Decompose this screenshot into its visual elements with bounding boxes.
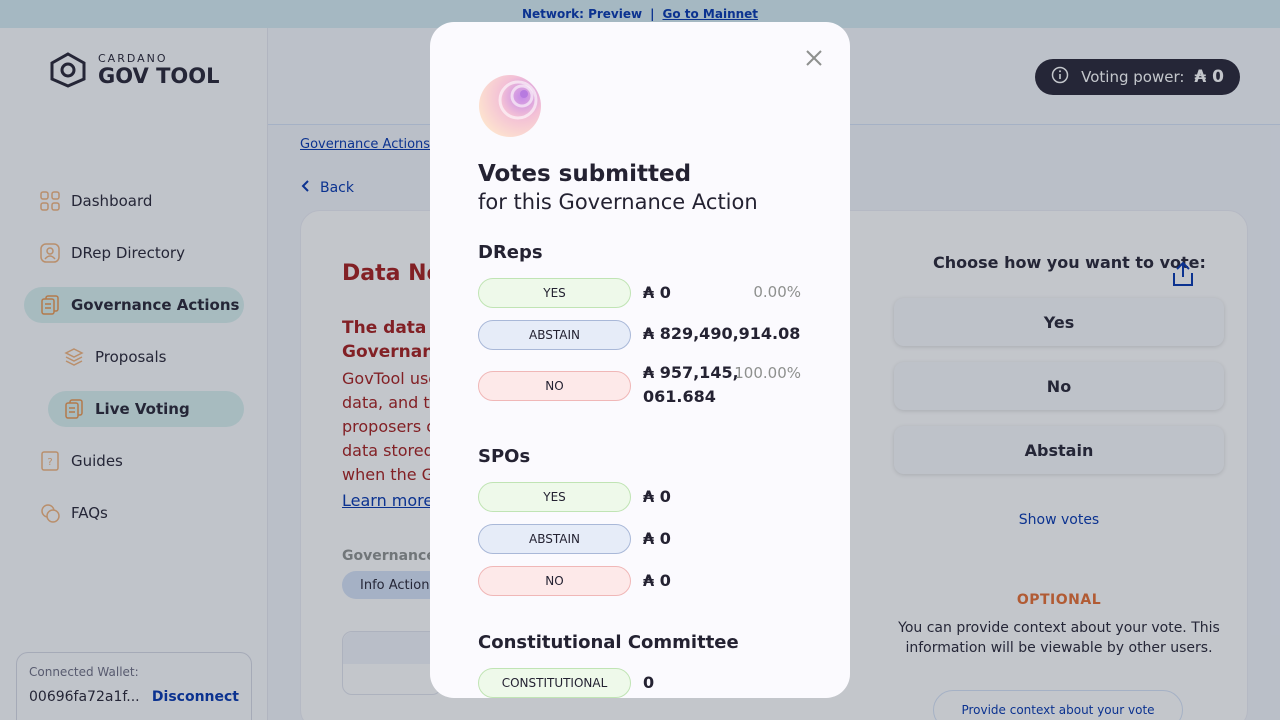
section-title-spos: SPOs: [478, 446, 531, 467]
spo-abstain-badge: ABSTAIN: [478, 524, 631, 554]
spo-yes-badge: YES: [478, 482, 631, 512]
modal-title: Votes submitted: [478, 161, 692, 187]
cc-constitutional-amount: 0: [643, 673, 655, 692]
close-icon[interactable]: [804, 48, 824, 68]
spo-yes-amount: ₳ 0: [643, 487, 671, 506]
drep-abstain-badge: ABSTAIN: [478, 320, 631, 350]
spo-abstain-amount: ₳ 0: [643, 529, 671, 548]
spo-no-badge: NO: [478, 566, 631, 596]
drep-no-badge: NO: [478, 371, 631, 401]
drep-yes-amount: ₳ 0: [643, 283, 671, 302]
spiral-illustration-icon: [479, 75, 541, 137]
cc-constitutional-badge: CONSTITUTIONAL: [478, 668, 631, 698]
modal-subtitle: for this Governance Action: [478, 190, 758, 214]
section-title-dreps: DReps: [478, 242, 543, 263]
drep-yes-badge: YES: [478, 278, 631, 308]
drep-yes-percent: 0.00%: [753, 283, 801, 301]
drep-no-percent: 100.00%: [734, 364, 801, 382]
section-title-constitutional-committee: Constitutional Committee: [478, 632, 739, 653]
drep-abstain-amount: ₳ 829,490,914.08: [643, 324, 801, 343]
spo-no-amount: ₳ 0: [643, 571, 671, 590]
votes-submitted-modal: Votes submitted for this Governance Acti…: [430, 22, 850, 698]
